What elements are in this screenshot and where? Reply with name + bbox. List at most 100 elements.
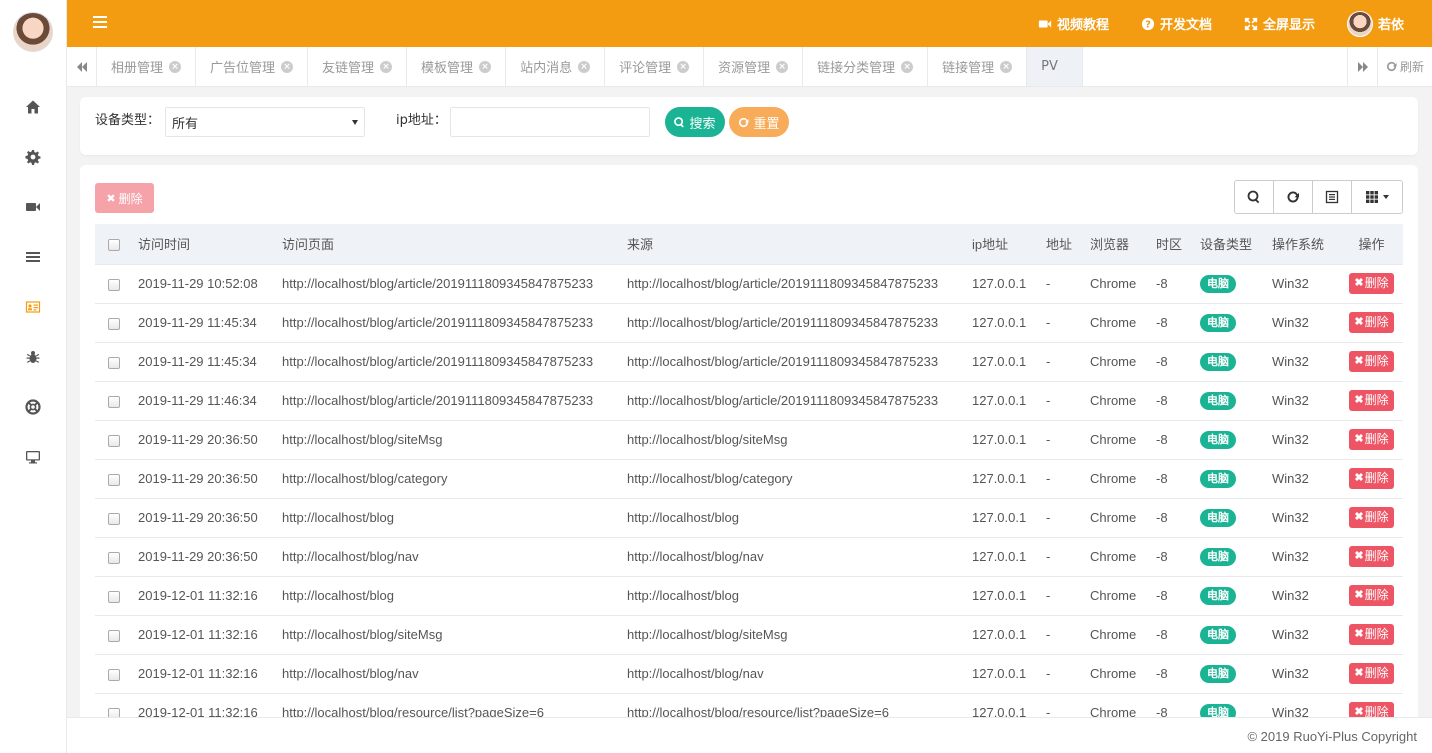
cell-os: Win32 <box>1266 380 1340 420</box>
tab-close-icon[interactable]: × <box>479 60 492 73</box>
cell-timezone: -8 <box>1150 380 1194 420</box>
id-card-icon <box>25 301 41 313</box>
sidebar-item-bug[interactable] <box>0 332 66 382</box>
tab-5[interactable]: 评论管理 × <box>605 47 705 86</box>
col-timezone[interactable]: 时区 <box>1150 224 1194 264</box>
row-checkbox[interactable] <box>107 668 120 681</box>
sidebar-item-id-card[interactable] <box>0 282 66 332</box>
tab-close-icon[interactable]: × <box>169 60 182 73</box>
sidebar-item-video[interactable] <box>0 182 66 232</box>
table-row[interactable]: 2019-11-29 20:36:50 http://localhost/blog… <box>95 419 1403 459</box>
tab-scroll-left-button[interactable] <box>67 47 97 86</box>
row-checkbox[interactable] <box>107 473 120 486</box>
close-icon: ✖ <box>1354 628 1364 640</box>
row-select-cell <box>95 263 132 303</box>
tab-2[interactable]: 友链管理 × <box>308 47 408 86</box>
col-location[interactable]: 地址 <box>1040 224 1084 264</box>
cell-timezone: -8 <box>1150 419 1194 459</box>
tab-1[interactable]: 广告位管理 × <box>196 47 309 86</box>
tab-close-icon[interactable]: × <box>380 60 393 73</box>
select-all-checkbox[interactable] <box>107 238 120 251</box>
tab-close-icon[interactable]: × <box>776 60 789 73</box>
table-row[interactable]: 2019-12-01 11:32:16 http://localhost/blog… <box>95 575 1403 615</box>
dev-docs-link[interactable]: ? 开发文档 <box>1125 14 1228 33</box>
sidebar-item-list[interactable] <box>0 232 66 282</box>
col-os[interactable]: 操作系统 <box>1266 224 1340 264</box>
refresh-table-button[interactable] <box>1274 181 1313 213</box>
ip-address-input[interactable] <box>450 107 650 137</box>
menu-toggle-icon[interactable] <box>93 16 107 28</box>
table-row[interactable]: 2019-11-29 11:45:34 http://localhost/blog… <box>95 302 1403 342</box>
toggle-view-button[interactable] <box>1313 181 1352 213</box>
tab-scroll-right-button[interactable] <box>1347 47 1377 86</box>
row-delete-button[interactable]: ✖ 删除 <box>1349 663 1394 684</box>
refresh-tab-button[interactable]: 刷新 <box>1377 47 1432 86</box>
toggle-search-button[interactable] <box>1235 181 1274 213</box>
tab-close-icon[interactable]: × <box>1000 60 1013 73</box>
row-checkbox[interactable] <box>107 434 120 447</box>
col-visit-page[interactable]: 访问页面 <box>276 224 621 264</box>
row-delete-button[interactable]: ✖ 删除 <box>1349 390 1394 411</box>
row-delete-button[interactable]: ✖ 删除 <box>1349 273 1394 294</box>
table-row[interactable]: 2019-11-29 20:36:50 http://localhost/blog… <box>95 458 1403 498</box>
col-ip[interactable]: ip地址 <box>966 224 1040 264</box>
table-row[interactable]: 2019-11-29 10:52:08 http://localhost/blog… <box>95 263 1403 303</box>
batch-delete-button[interactable]: ✖ 删除 <box>95 183 154 213</box>
row-checkbox[interactable] <box>107 278 120 291</box>
reset-button[interactable]: 重置 <box>729 107 789 137</box>
row-checkbox[interactable] <box>107 551 120 564</box>
table-row[interactable]: 2019-12-01 11:32:16 http://localhost/blog… <box>95 653 1403 693</box>
row-delete-label: 删除 <box>1364 393 1389 407</box>
row-delete-button[interactable]: ✖ 删除 <box>1349 468 1394 489</box>
table-row[interactable]: 2019-11-29 11:45:34 http://localhost/blog… <box>95 341 1403 381</box>
row-checkbox[interactable] <box>107 356 120 369</box>
tab-4[interactable]: 站内消息 × <box>506 47 606 86</box>
tab-6[interactable]: 资源管理 × <box>704 47 804 86</box>
row-delete-button[interactable]: ✖ 删除 <box>1349 546 1394 567</box>
tab-close-icon[interactable]: × <box>578 60 591 73</box>
video-tutorial-link[interactable]: 视频教程 <box>1022 14 1125 33</box>
row-delete-button[interactable]: ✖ 删除 <box>1349 312 1394 333</box>
search-button[interactable]: 搜索 <box>665 107 725 137</box>
row-checkbox[interactable] <box>107 590 120 603</box>
device-type-select[interactable]: 所有 <box>165 107 365 137</box>
table-row[interactable]: 2019-11-29 20:36:50 http://localhost/blog… <box>95 497 1403 537</box>
fullscreen-link[interactable]: 全屏显示 <box>1228 14 1331 33</box>
col-referrer[interactable]: 来源 <box>621 224 966 264</box>
tab-close-icon[interactable]: × <box>281 60 294 73</box>
row-checkbox[interactable] <box>107 629 120 642</box>
tab-7[interactable]: 链接分类管理 × <box>803 47 929 86</box>
row-select-cell <box>95 575 132 615</box>
search-icon <box>1247 190 1260 204</box>
row-checkbox[interactable] <box>107 317 120 330</box>
sidebar-item-gear[interactable] <box>0 132 66 182</box>
row-checkbox[interactable] <box>107 512 120 525</box>
col-browser[interactable]: 浏览器 <box>1084 224 1150 264</box>
sidebar-item-lifebuoy[interactable] <box>0 382 66 432</box>
table-row[interactable]: 2019-11-29 11:46:34 http://localhost/blog… <box>95 380 1403 420</box>
tab-3[interactable]: 模板管理 × <box>407 47 507 86</box>
cell-browser: Chrome <box>1084 575 1150 615</box>
row-delete-button[interactable]: ✖ 删除 <box>1349 429 1394 450</box>
tab-close-icon[interactable]: × <box>901 60 914 73</box>
tab-0[interactable]: 相册管理 × <box>97 47 197 86</box>
row-delete-button[interactable]: ✖ 删除 <box>1349 507 1394 528</box>
tab-9[interactable]: PV <box>1027 47 1083 86</box>
sidebar-avatar[interactable] <box>13 12 53 52</box>
row-checkbox[interactable] <box>107 395 120 408</box>
user-avatar <box>1346 10 1373 37</box>
tab-8[interactable]: 链接管理 × <box>928 47 1028 86</box>
col-device-type[interactable]: 设备类型 <box>1194 224 1266 264</box>
columns-button[interactable] <box>1352 181 1402 213</box>
row-delete-button[interactable]: ✖ 删除 <box>1349 351 1394 372</box>
col-visit-time[interactable]: 访问时间 <box>132 224 276 264</box>
sidebar-item-monitor[interactable] <box>0 432 66 482</box>
user-menu[interactable]: 若依 <box>1331 10 1420 37</box>
tab-close-icon[interactable]: × <box>677 60 690 73</box>
sidebar-item-home[interactable] <box>0 82 66 132</box>
row-delete-button[interactable]: ✖ 删除 <box>1349 624 1394 645</box>
row-delete-button[interactable]: ✖ 删除 <box>1349 585 1394 606</box>
table-row[interactable]: 2019-12-01 11:32:16 http://localhost/blog… <box>95 614 1403 654</box>
table-row[interactable]: 2019-11-29 20:36:50 http://localhost/blog… <box>95 536 1403 576</box>
cell-browser: Chrome <box>1084 302 1150 342</box>
